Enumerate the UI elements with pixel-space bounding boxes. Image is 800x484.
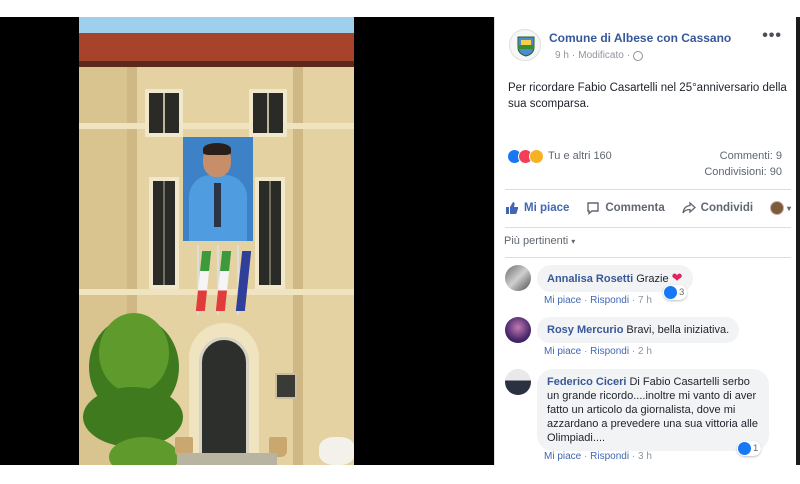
share-button[interactable]: Condividi (682, 201, 753, 215)
meta-separator: · (571, 50, 576, 61)
facebook-photo-viewer: Comune di Albese con Cassano 9 h · Modif… (0, 0, 800, 484)
photo-window (145, 89, 183, 137)
photo-plaque (275, 373, 297, 399)
like-reaction-icon (738, 442, 751, 455)
comment-button[interactable]: Commenta (586, 201, 665, 215)
chevron-down-icon: ▾ (571, 237, 576, 246)
photo-viewer[interactable] (0, 17, 494, 465)
photo-cornice (79, 123, 354, 129)
comment-time[interactable]: 7 h (638, 295, 652, 306)
post-text: Per ricordare Fabio Casartelli nel 25°an… (508, 82, 787, 110)
comment-author[interactable]: Federico Ciceri (547, 376, 626, 388)
photo-window (149, 177, 179, 289)
chevron-down-icon: ▾ (786, 203, 791, 213)
comment-like-link[interactable]: Mi piace (544, 451, 581, 462)
comment-like-link[interactable]: Mi piace (544, 346, 581, 357)
divider (505, 257, 791, 258)
post-stats: Commenti: 9 Condivisioni: 90 (704, 148, 782, 180)
heart-icon: ❤ (671, 270, 683, 285)
shares-count[interactable]: Condivisioni: 90 (704, 164, 782, 180)
comment-footer: Mi piace · Rispondi · 2 h (544, 346, 652, 357)
comment-item: Rosy Mercurio Bravi, bella iniziativa. Mi… (505, 317, 795, 365)
comment-reply-link[interactable]: Rispondi (590, 451, 629, 462)
reactions-count[interactable]: Tu e altri 160 (548, 150, 612, 162)
post-header: Comune di Albese con Cassano 9 h · Modif… (495, 17, 800, 77)
like-button[interactable]: Mi piace (505, 201, 569, 215)
scrollbar[interactable] (796, 17, 800, 465)
photo-door (199, 337, 249, 465)
comment-button-label: Commenta (605, 202, 665, 214)
page-name-link[interactable]: Comune di Albese con Cassano (549, 31, 731, 45)
avatar[interactable] (505, 265, 531, 291)
comment-sort-dropdown[interactable]: Più pertinenti ▾ (504, 235, 575, 247)
reactions-summary[interactable]: Tu e altri 160 (507, 147, 612, 165)
post-meta: 9 h · Modificato · (555, 50, 644, 61)
post-actions: Mi piace Commenta Condividi ▾ (505, 197, 791, 219)
comments-count[interactable]: Commenti: 9 (704, 148, 782, 164)
page-logo-icon[interactable] (509, 29, 541, 61)
more-icon[interactable]: ••• (762, 27, 782, 45)
comment-footer: Mi piace · Rispondi · 3 h (544, 451, 652, 462)
divider (505, 227, 791, 228)
post-as-selector[interactable]: ▾ (769, 201, 791, 215)
comment-footer: Mi piace · Rispondi · 7 h (544, 295, 652, 306)
comment-reply-link[interactable]: Rispondi (590, 295, 629, 306)
haha-reaction-icon (529, 148, 544, 164)
thumbs-up-icon (506, 202, 519, 214)
meta-separator: · (626, 50, 631, 61)
comment-sort-label: Più pertinenti (504, 235, 569, 247)
like-button-label: Mi piace (524, 202, 570, 214)
comment-item: Annalisa Rosetti Grazie ❤ 3 Mi piace · Ri… (505, 265, 795, 313)
photo-roof (79, 33, 354, 63)
comment-bubble: Rosy Mercurio Bravi, bella iniziativa. (537, 317, 740, 343)
post-panel: Comune di Albese con Cassano 9 h · Modif… (494, 17, 800, 465)
photo-flowers (319, 437, 354, 465)
divider (505, 189, 791, 190)
photo-window (255, 177, 285, 289)
comment-author[interactable]: Rosy Mercurio (547, 324, 623, 336)
comment-reactions-badge[interactable]: 3 (663, 285, 688, 300)
comment-text: Grazie (636, 273, 669, 285)
comment-icon (587, 202, 600, 215)
photo-steps (177, 453, 277, 465)
comment-reaction-count: 3 (679, 287, 685, 298)
user-avatar (769, 201, 784, 215)
comment-bubble: Federico Ciceri Di Fabio Casartelli serbo… (537, 369, 769, 451)
like-reaction-icon (664, 286, 677, 299)
share-icon (682, 201, 696, 214)
comment-reaction-count: 1 (753, 443, 759, 454)
comment-reply-link[interactable]: Rispondi (590, 346, 629, 357)
comment-text: Bravi, bella iniziativa. (626, 324, 730, 336)
avatar[interactable] (505, 317, 531, 343)
avatar[interactable] (505, 369, 531, 395)
comment-time[interactable]: 2 h (638, 346, 652, 357)
edited-label[interactable]: Modificato (578, 50, 624, 61)
photo-banner (183, 137, 253, 241)
comment-time[interactable]: 3 h (638, 451, 652, 462)
photo-window (249, 89, 287, 137)
comment-reactions-badge[interactable]: 1 (737, 441, 762, 456)
post-photo[interactable] (79, 17, 354, 465)
comment-author[interactable]: Annalisa Rosetti (547, 273, 633, 285)
globe-icon (633, 50, 644, 61)
tree-foliage (99, 313, 169, 393)
post-time[interactable]: 9 h (555, 50, 569, 61)
comment-like-link[interactable]: Mi piace (544, 295, 581, 306)
comment-item: Federico Ciceri Di Fabio Casartelli serbo… (505, 369, 795, 465)
share-button-label: Condividi (700, 202, 754, 214)
